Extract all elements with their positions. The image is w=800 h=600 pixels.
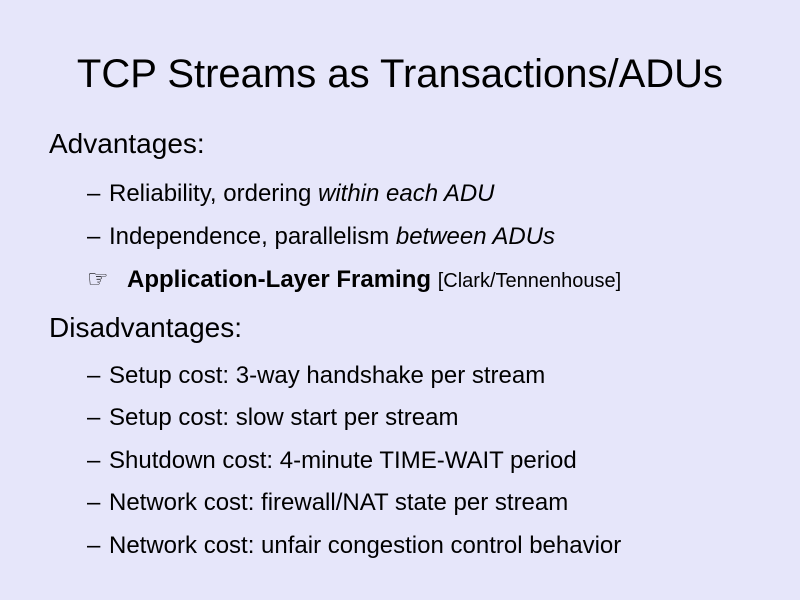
slide-title: TCP Streams as Transactions/ADUs xyxy=(76,52,724,96)
dash-bullet: – xyxy=(87,223,101,250)
disadvantage-item: – Network cost: unfair congestion control… xyxy=(87,532,621,560)
disadvantage-item: – Setup cost: 3-way handshake per stream xyxy=(87,362,545,390)
alf-citation: [Clark/Tennenhouse] xyxy=(437,270,622,292)
advantages-heading: Advantages: xyxy=(49,128,205,159)
slide: TCP Streams as Transactions/ADUs Advanta… xyxy=(0,0,800,600)
advantage-item-reliability: – Reliability, ordering within each ADU xyxy=(87,180,495,208)
pointing-hand-icon: ☞ xyxy=(87,265,109,293)
advantage-text: Independence, parallelism xyxy=(109,223,396,250)
advantage-highlight-alf: ☞ Application-Layer Framing [Clark/Tennen… xyxy=(87,265,621,295)
advantage-emphasis: between ADUs xyxy=(395,223,556,250)
disadvantage-text: Shutdown cost: 4-minute TIME-WAIT period xyxy=(109,447,577,474)
disadvantage-item: – Network cost: firewall/NAT state per st… xyxy=(87,489,568,517)
alf-label: Application-Layer Framing xyxy=(127,266,432,293)
disadvantage-text: Setup cost: slow start per stream xyxy=(109,404,459,431)
disadvantage-text: Setup cost: 3-way handshake per stream xyxy=(109,362,546,389)
disadvantages-heading: Disadvantages: xyxy=(49,312,243,343)
disadvantage-item: – Shutdown cost: 4-minute TIME-WAIT perio… xyxy=(87,447,577,475)
disadvantage-item: – Setup cost: slow start per stream xyxy=(87,404,458,432)
dash-bullet: – xyxy=(87,532,101,559)
advantage-item-independence: – Independence, parallelism between ADUs xyxy=(87,223,555,251)
disadvantage-text: Network cost: firewall/NAT state per str… xyxy=(109,489,569,516)
dash-bullet: – xyxy=(87,489,101,516)
disadvantage-text: Network cost: unfair congestion control … xyxy=(109,532,622,559)
advantage-text: Reliability, ordering xyxy=(109,180,318,207)
dash-bullet: – xyxy=(87,404,101,431)
dash-bullet: – xyxy=(87,362,101,389)
dash-bullet: – xyxy=(87,180,101,207)
dash-bullet: – xyxy=(87,447,101,474)
advantage-emphasis: within each ADU xyxy=(317,180,495,207)
